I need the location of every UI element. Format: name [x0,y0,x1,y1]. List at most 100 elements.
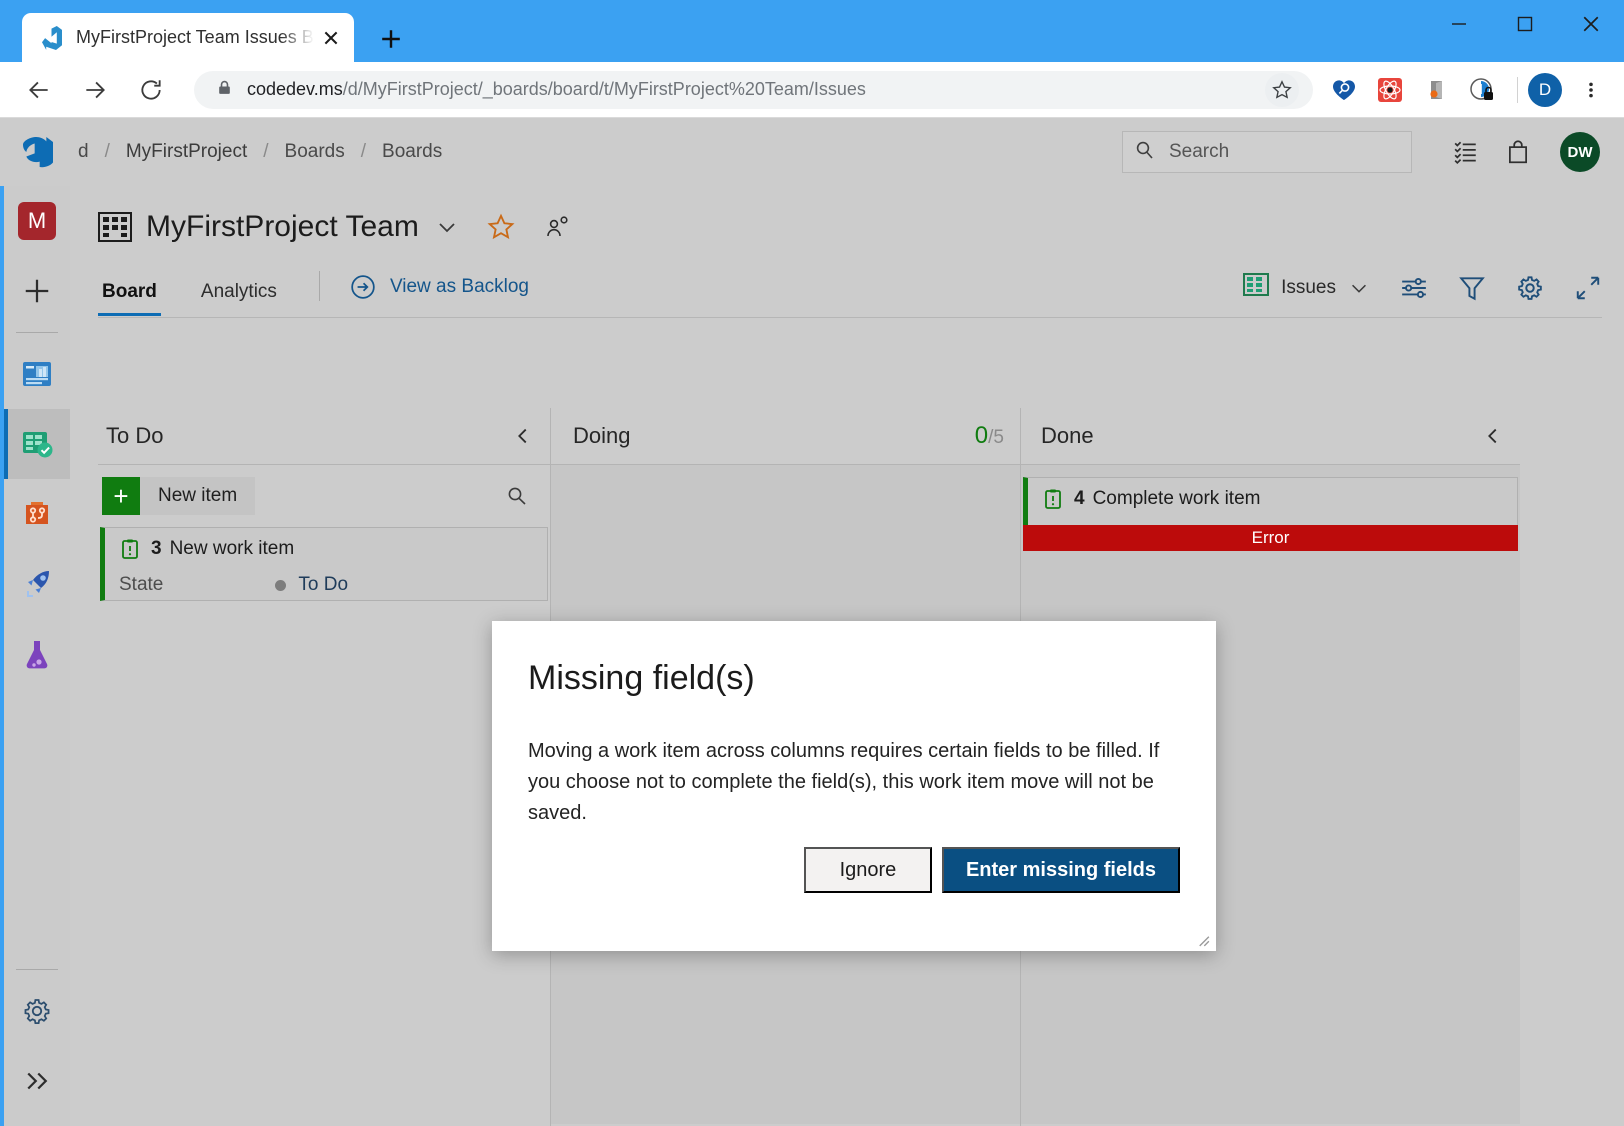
backlog-level-selector[interactable]: Issues [1243,273,1370,302]
browser-profile-avatar[interactable]: D [1528,73,1562,107]
bookmark-star-icon[interactable] [1265,73,1299,107]
address-bar[interactable]: codedev.ms/d/MyFirstProject/_boards/boar… [194,71,1313,109]
react-devtools-extension-icon[interactable] [1369,69,1411,111]
ado-top-navigation: d / MyFirstProject / Boards / Boards Sea [0,118,1624,186]
column-title: Doing [573,423,630,449]
filter-funnel-icon[interactable] [1458,274,1486,302]
ado-left-rail: M [0,186,70,1126]
issues-board-icon [1243,273,1269,302]
marketplace-bag-icon[interactable] [1492,126,1544,178]
page-title: MyFirstProject Team [146,210,419,244]
card-state-value[interactable]: To Do [275,574,348,596]
user-avatar[interactable]: DW [1560,132,1600,172]
kebab-menu-icon[interactable] [1570,69,1612,111]
card-error-banner: Error [1023,525,1518,551]
card-id: 4 [1074,488,1085,510]
expand-rail-chevrons-icon[interactable] [4,1046,70,1116]
boards-page: MyFirstProject Team [70,186,1624,1126]
view-as-backlog-label: View as Backlog [390,276,529,298]
column-header: Doing 0/5 [551,408,1020,464]
onenote-clipper-extension-icon[interactable] [1415,69,1457,111]
breadcrumb: d / MyFirstProject / Boards / Boards [76,141,444,163]
close-tab-icon[interactable] [318,25,344,51]
new-item-button[interactable]: + New item [102,477,255,515]
breadcrumb-separator: / [91,141,124,163]
plus-icon: + [102,477,140,515]
wip-limit: 0/5 [975,422,1004,450]
new-tab-button[interactable] [374,22,408,56]
backlog-level-label: Issues [1281,277,1336,299]
sidebar-item-pipelines[interactable] [4,549,70,619]
sidebar-item-boards[interactable] [4,409,70,479]
card-title: New work item [170,538,295,560]
chevron-down-icon[interactable] [1348,277,1370,299]
reload-icon[interactable] [128,67,174,113]
chevron-down-icon[interactable] [435,215,459,239]
project-avatar[interactable]: M [4,186,70,256]
ado-top-actions: Search DW [1122,118,1624,186]
url-path: /d/MyFirstProject/_boards/board/t/MyFirs… [343,79,866,99]
breadcrumb-item-hub[interactable]: Boards [283,141,347,163]
sidebar-item-overview[interactable] [4,339,70,409]
search-input[interactable]: Search [1122,131,1412,173]
pocket-heart-extension-icon[interactable] [1323,69,1365,111]
browser-toolbar: codedev.ms/d/MyFirstProject/_boards/boar… [0,62,1624,118]
close-window-button[interactable] [1558,0,1624,48]
collapse-column-chevron-left-icon[interactable] [512,425,534,447]
star-outline-icon[interactable] [487,213,515,241]
project-settings-gear-icon[interactable] [4,976,70,1046]
dialog-actions: Ignore Enter missing fields [804,847,1180,893]
create-new-icon[interactable] [4,256,70,326]
search-placeholder: Search [1169,141,1229,163]
forward-arrow-icon[interactable] [72,67,118,113]
dialog-title: Missing field(s) [492,621,1216,698]
resize-grip-icon[interactable] [1194,931,1210,947]
sidebar-item-repos[interactable] [4,479,70,549]
enter-missing-fields-button[interactable]: Enter missing fields [942,847,1180,893]
breadcrumb-item-page[interactable]: Boards [380,141,444,163]
board-column-to-do: To Do + New item [98,408,550,1126]
state-dot-icon [275,580,286,591]
new-item-label: New item [140,485,255,507]
board-settings-sliders-icon[interactable] [1400,274,1428,302]
browser-title-bar: MyFirstProject Team Issues Board [0,0,1624,62]
azure-devops-logo-icon [40,26,64,50]
azure-devops-app: d / MyFirstProject / Boards / Boards Sea [0,118,1624,1126]
ignore-button[interactable]: Ignore [804,847,932,893]
minimize-window-button[interactable] [1426,0,1492,48]
back-arrow-icon[interactable] [16,67,62,113]
view-as-backlog-button[interactable]: View as Backlog [350,274,529,300]
card-field-label: State [119,574,163,596]
breadcrumb-item-organization[interactable]: d [76,141,91,163]
toolbar-divider [1517,77,1518,103]
work-items-list-icon[interactable] [1440,126,1492,178]
issue-clipboard-icon [1042,488,1064,510]
azure-devops-logo-icon[interactable] [18,132,58,172]
dialog-message: Moving a work item across columns requir… [492,698,1216,829]
browser-window: MyFirstProject Team Issues Board [0,0,1624,1126]
settings-gear-icon[interactable] [1516,274,1544,302]
board-card[interactable]: 4 Complete work item State Done Error [1023,477,1518,551]
sidebar-item-test-plans[interactable] [4,619,70,689]
maximize-window-button[interactable] [1492,0,1558,48]
tab-analytics[interactable]: Analytics [197,281,281,315]
privacy-badger-extension-icon[interactable] [1461,69,1503,111]
card-title: Complete work item [1093,488,1261,510]
collapse-column-chevron-left-icon[interactable] [1482,425,1504,447]
board-toolbar: Issues [1213,273,1602,302]
column-title: Done [1041,423,1094,449]
team-members-icon[interactable] [545,214,571,240]
window-controls [1394,0,1624,62]
board-card[interactable]: 3 New work item State To Do [100,527,548,601]
wip-count: 0 [975,422,988,449]
arrow-right-circle-icon [350,274,376,300]
rail-divider [16,332,58,333]
browser-tab-title: MyFirstProject Team Issues Board [76,27,314,48]
full-screen-expand-icon[interactable] [1574,274,1602,302]
tab-board[interactable]: Board [98,281,161,315]
browser-tab[interactable]: MyFirstProject Team Issues Board [22,13,354,62]
column-body: + New item [98,464,550,1124]
column-header: To Do [98,408,550,464]
column-search-icon[interactable] [506,485,528,507]
breadcrumb-item-project[interactable]: MyFirstProject [124,141,249,163]
